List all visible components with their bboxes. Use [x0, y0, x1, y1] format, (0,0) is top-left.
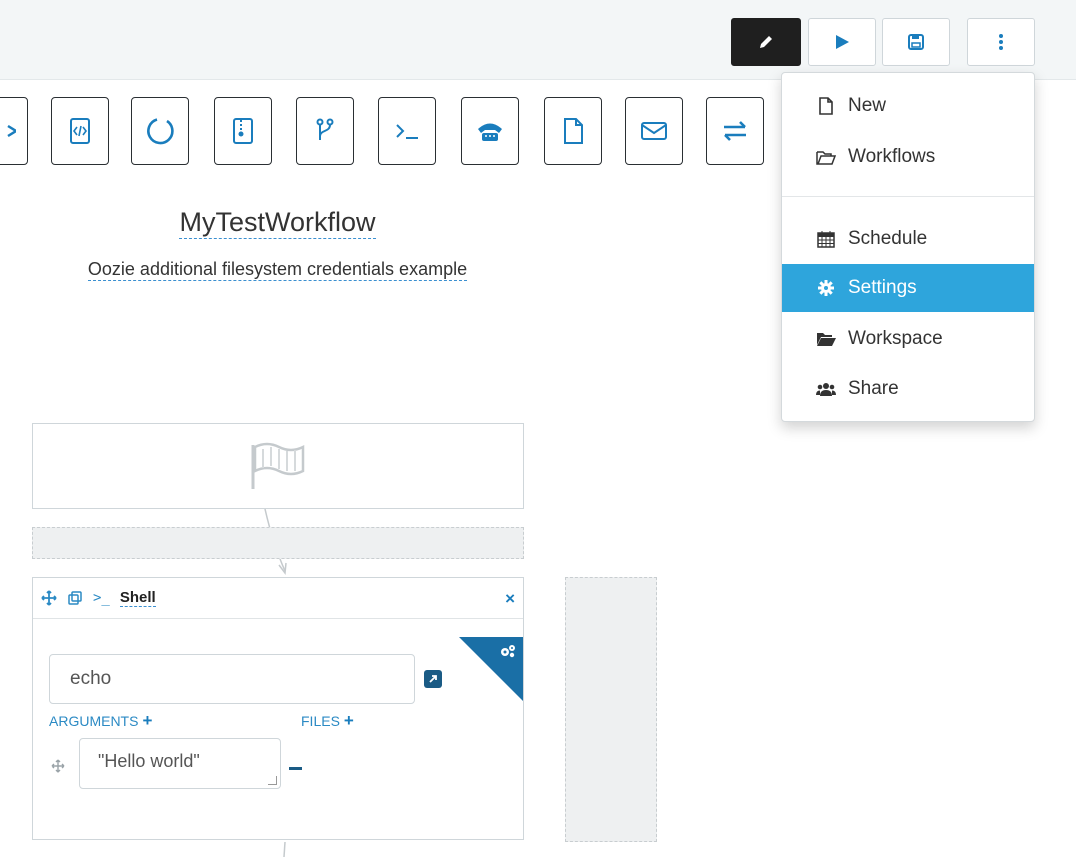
floppy-icon	[908, 34, 924, 50]
palette-item-email[interactable]	[625, 97, 683, 165]
drop-zone-vertical[interactable]	[565, 577, 657, 842]
menu-item-label: Workflows	[848, 146, 936, 167]
palette-item-terminal[interactable]	[378, 97, 436, 165]
terminal-icon: >_	[93, 590, 110, 606]
palette-item-exchange[interactable]	[706, 97, 764, 165]
menu-item-label: Share	[848, 378, 899, 399]
top-toolbar	[0, 0, 1076, 80]
play-icon	[836, 35, 849, 49]
palette-item-branch[interactable]	[296, 97, 354, 165]
terminal-icon	[396, 124, 418, 139]
menu-item-new[interactable]: New	[782, 82, 1034, 130]
menu-item-label: Settings	[848, 277, 917, 298]
shell-action-node: >_ Shell × echo ARGUMENTS + FILES + "Hel…	[32, 577, 524, 840]
menu-item-workflows[interactable]: Workflows	[782, 133, 1034, 181]
palette-item-circle[interactable]	[131, 97, 189, 165]
run-button[interactable]	[808, 18, 876, 66]
calendar-icon	[816, 229, 836, 249]
menu-divider	[782, 196, 1034, 197]
arguments-label: ARGUMENTS	[49, 713, 139, 729]
palette-item-file[interactable]	[544, 97, 602, 165]
circle-icon	[147, 118, 174, 145]
copy-icon[interactable]	[67, 590, 83, 606]
workflow-title[interactable]: MyTestWorkflow	[0, 207, 555, 239]
close-icon[interactable]: ×	[505, 589, 515, 609]
exchange-icon	[724, 121, 746, 141]
resize-grip-icon[interactable]	[268, 776, 277, 785]
argument-value: "Hello world"	[98, 751, 200, 771]
add-file-link[interactable]: FILES +	[301, 711, 354, 731]
code-file-icon	[70, 118, 90, 144]
envelope-icon	[641, 122, 667, 140]
palette-item-zip[interactable]	[214, 97, 272, 165]
move-icon[interactable]	[41, 590, 57, 606]
folder-icon	[816, 329, 836, 349]
partial-icon	[7, 124, 16, 138]
menu-item-label: Schedule	[848, 228, 928, 249]
menu-item-schedule[interactable]: Schedule	[782, 215, 1034, 263]
phone-icon	[478, 123, 502, 141]
workflow-description[interactable]: Oozie additional filesystem credentials …	[0, 259, 555, 281]
gears-icon[interactable]	[499, 643, 517, 663]
more-options-button[interactable]	[967, 18, 1035, 66]
add-argument-link[interactable]: ARGUMENTS +	[49, 711, 152, 731]
menu-item-workspace[interactable]: Workspace	[782, 315, 1034, 363]
more-options-menu: New Workflows Schedule Settings Workspac…	[781, 72, 1035, 422]
pencil-icon	[760, 36, 772, 48]
palette-item-phone[interactable]	[461, 97, 519, 165]
gear-icon	[816, 278, 836, 298]
palette-item-partial[interactable]	[0, 97, 28, 165]
save-button[interactable]	[882, 18, 950, 66]
folder-open-icon	[816, 147, 836, 167]
flag-icon	[251, 442, 305, 489]
vertical-ellipsis-icon	[999, 34, 1003, 50]
menu-item-share[interactable]: Share	[782, 365, 1034, 413]
remove-argument-button[interactable]	[289, 767, 302, 770]
plus-icon: +	[142, 711, 153, 730]
plus-icon: +	[343, 711, 354, 730]
start-node	[32, 423, 524, 509]
external-link-icon[interactable]	[424, 670, 442, 688]
edit-button[interactable]	[731, 18, 801, 66]
users-icon	[816, 379, 836, 399]
drag-argument-icon[interactable]	[51, 759, 65, 776]
argument-input[interactable]: "Hello world"	[79, 738, 281, 789]
shell-node-name[interactable]: Shell	[119, 589, 156, 607]
menu-item-settings[interactable]: Settings	[782, 264, 1034, 312]
files-label: FILES	[301, 713, 340, 729]
shell-node-header: >_ Shell ×	[33, 578, 523, 619]
shell-command-input[interactable]: echo	[49, 654, 415, 704]
connector-line	[283, 842, 286, 857]
branch-icon	[316, 118, 334, 140]
file-icon	[564, 118, 583, 144]
drop-zone-horizontal[interactable]	[32, 527, 524, 559]
palette-item-code[interactable]	[51, 97, 109, 165]
zip-file-icon	[233, 118, 253, 144]
menu-item-label: New	[848, 95, 887, 116]
file-icon	[816, 96, 836, 116]
menu-item-label: Workspace	[848, 328, 943, 349]
